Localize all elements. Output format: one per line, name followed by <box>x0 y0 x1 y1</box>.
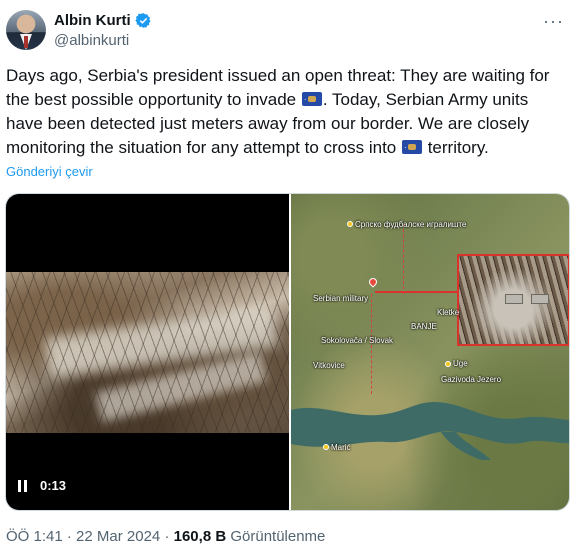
border-line <box>403 224 405 294</box>
pause-icon[interactable] <box>18 479 30 492</box>
author-name[interactable]: Albin Kurti <box>54 12 131 29</box>
map-label-bottom: Marić <box>331 443 351 452</box>
tweet-text: Days ago, Serbia's president issued an o… <box>6 64 566 160</box>
video-frame[interactable] <box>6 272 289 433</box>
avatar-tie <box>24 36 28 48</box>
kosovo-flag-icon <box>301 88 322 112</box>
media-grid: 0:13 Српско фудбалске игралиште Serbian … <box>5 193 570 511</box>
verified-badge-icon <box>135 13 151 28</box>
map-label-village: Sokolovača / Slovak <box>321 336 394 345</box>
views-count: 160,8 B <box>173 528 227 545</box>
tweet-time[interactable]: ÖÖ 1:41 <box>6 528 63 545</box>
map-pin-icon <box>347 221 353 227</box>
map-pin-red-icon <box>367 276 379 288</box>
map-pin-icon <box>323 444 329 450</box>
views-label: Görüntülenme <box>230 528 326 545</box>
vehicle <box>505 294 523 304</box>
map-label-serbian: Serbian military <box>313 294 369 303</box>
map-pin-icon <box>445 361 451 367</box>
author-handle[interactable]: @albinkurti <box>54 32 129 49</box>
meta-separator: · <box>66 528 72 545</box>
meta-separator: · <box>164 528 170 545</box>
video-controls: 0:13 <box>18 478 66 493</box>
map-label-vitkovice: Vitkovice <box>313 361 345 370</box>
video-branches <box>6 272 289 433</box>
map-label-lake: Gazivoda Jezero <box>441 375 502 384</box>
tweet-text-part3: territory. <box>422 138 489 157</box>
tweet-meta: ÖÖ 1:41 · 22 Mar 2024 · 160,8 B Görüntül… <box>6 528 325 545</box>
map-label-banje: BANJE <box>411 322 437 331</box>
video-player[interactable]: 0:13 <box>6 194 289 510</box>
kosovo-flag-icon <box>401 136 422 160</box>
translate-link[interactable]: Gönderiyi çevir <box>6 164 93 179</box>
video-time: 0:13 <box>40 478 67 493</box>
tweet-header: Albin Kurti @albinkurti ··· <box>6 8 570 56</box>
map-image[interactable]: Српско фудбалске игралиште Serbian milit… <box>291 194 569 510</box>
more-options-icon[interactable]: ··· <box>543 12 564 30</box>
map-label-top: Српско фудбалске игралиште <box>355 220 467 229</box>
map-label-uge: Uge <box>453 359 468 368</box>
border-line <box>375 291 461 293</box>
avatar[interactable] <box>6 10 46 50</box>
zoomed-inset <box>457 254 569 346</box>
tweet-date[interactable]: 22 Mar 2024 <box>76 528 160 545</box>
vehicle <box>531 294 549 304</box>
map-label-kletke: Kletke <box>437 308 460 317</box>
name-row: Albin Kurti <box>54 12 152 29</box>
